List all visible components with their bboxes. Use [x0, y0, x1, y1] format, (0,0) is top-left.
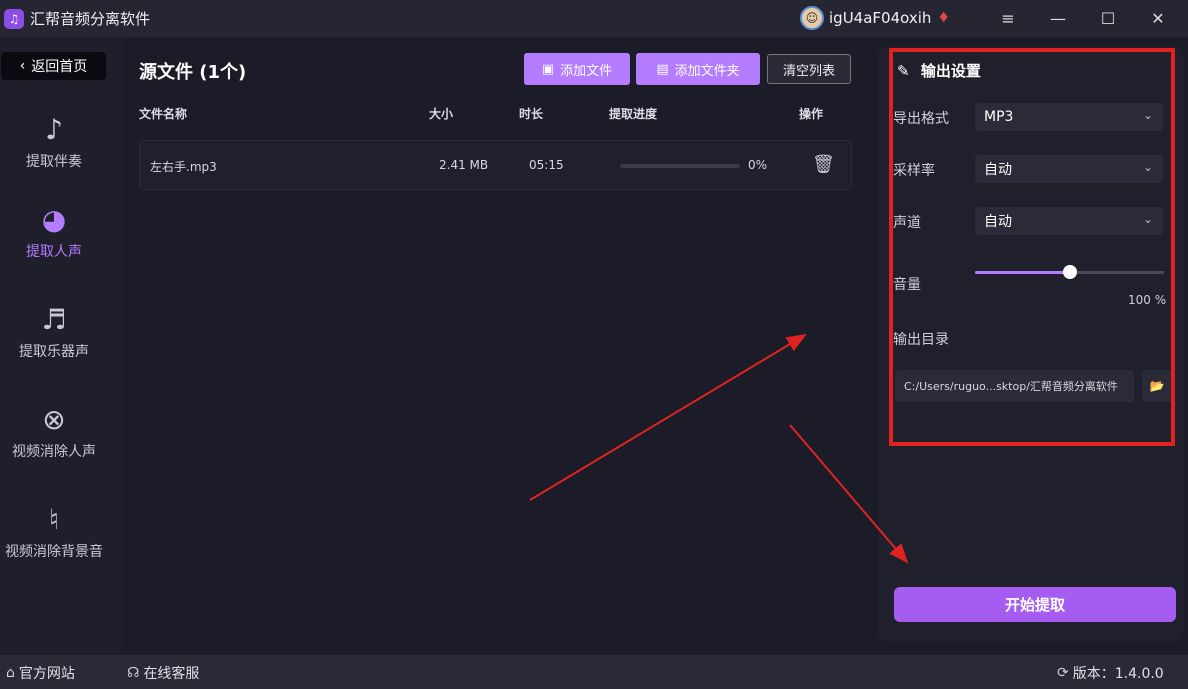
maximize-button[interactable]: ☐: [1083, 0, 1133, 37]
sidebar-item-label: 提取伴奏: [26, 154, 82, 170]
chevron-left-icon: ‹: [19, 58, 26, 74]
column-header-actions: 操作: [799, 107, 824, 121]
add-file-button[interactable]: ▣ 添加文件: [524, 53, 630, 85]
clear-list-button[interactable]: 清空列表: [767, 54, 851, 84]
table-row[interactable]: 左右手.mp3 2.41 MB 05:15 0% 🗑: [139, 140, 852, 190]
start-extract-button[interactable]: 开始提取: [894, 587, 1176, 622]
sidebar-item-label: 视频消除背景音: [5, 544, 103, 560]
sidebar-item-video-remove-vocals[interactable]: ⊗ 视频消除人声: [0, 403, 108, 461]
app-logo-icon: ♫: [4, 8, 24, 29]
column-header-size: 大小: [429, 107, 454, 121]
highlight-box: [889, 48, 1175, 446]
user-area[interactable]: ☺ igU4aF04oxih ♦: [800, 6, 950, 30]
vip-diamond-icon: ♦: [937, 10, 950, 26]
progress-bar: [620, 164, 740, 168]
page-title: 源文件 (1个): [139, 62, 247, 83]
refresh-icon: ⟳: [1057, 665, 1069, 681]
file-name: 左右手.mp3: [150, 160, 217, 174]
music-note-icon: ♪: [45, 113, 63, 146]
folder-plus-icon: ▤: [656, 61, 669, 77]
home-icon: ⌂: [6, 665, 15, 681]
add-file-label: 添加文件: [560, 63, 613, 79]
progress-text: 0%: [748, 158, 768, 172]
sidebar: ‹ 返回首页 ♪ 提取伴奏 ◕ 提取人声 ♬ 提取乐器声 ⊗ 视频消除人声 ♮ …: [0, 37, 122, 654]
version-label: 版本：1.4.0.0: [1072, 666, 1164, 682]
back-home-button[interactable]: ‹ 返回首页: [1, 52, 106, 80]
sidebar-item-label: 视频消除人声: [12, 444, 96, 460]
file-plus-icon: ▣: [541, 61, 555, 77]
website-label: 官方网站: [18, 666, 75, 682]
minimize-button[interactable]: —: [1033, 0, 1083, 37]
add-folder-label: 添加文件夹: [674, 63, 740, 79]
file-duration: 05:15: [529, 158, 564, 172]
music-off-icon: ♮: [48, 503, 59, 536]
username[interactable]: igU4aF04oxih: [829, 9, 931, 27]
column-header-duration: 时长: [519, 107, 544, 121]
close-button[interactable]: ✕: [1133, 0, 1183, 37]
user-remove-icon: ⊗: [42, 403, 66, 436]
sidebar-item-extract-instrument[interactable]: ♬ 提取乐器声: [0, 303, 108, 361]
footer: ⌂ 官方网站 ☊ 在线客服 ⟳ 版本：1.4.0.0: [0, 655, 1188, 689]
column-header-progress: 提取进度: [609, 107, 658, 121]
add-folder-button[interactable]: ▤ 添加文件夹: [636, 53, 760, 85]
menu-icon[interactable]: ≡: [983, 0, 1033, 37]
website-link[interactable]: ⌂ 官方网站: [6, 663, 75, 683]
voice-icon: ◕: [41, 203, 67, 236]
sidebar-item-extract-accompaniment[interactable]: ♪ 提取伴奏: [0, 113, 108, 171]
app-title: 汇帮音频分离软件: [30, 10, 151, 28]
back-home-label: 返回首页: [31, 59, 88, 75]
column-header-filename: 文件名称: [139, 107, 188, 121]
main-area: [122, 37, 870, 654]
file-size: 2.41 MB: [439, 158, 489, 172]
sidebar-item-extract-vocals[interactable]: ◕ 提取人声: [0, 203, 108, 261]
sidebar-item-video-remove-bgm[interactable]: ♮ 视频消除背景音: [0, 503, 108, 561]
sidebar-item-label: 提取人声: [26, 244, 82, 260]
guitar-icon: ♬: [41, 303, 67, 336]
title-bar: ♫ 汇帮音频分离软件 ☺ igU4aF04oxih ♦ ≡ — ☐ ✕: [0, 0, 1188, 37]
headset-icon: ☊: [127, 665, 140, 681]
support-link[interactable]: ☊ 在线客服: [127, 663, 199, 683]
trash-icon[interactable]: 🗑: [812, 154, 835, 175]
avatar[interactable]: ☺: [800, 6, 824, 30]
support-label: 在线客服: [143, 666, 200, 682]
sidebar-item-label: 提取乐器声: [19, 344, 89, 360]
version-info[interactable]: ⟳ 版本：1.4.0.0: [1057, 663, 1164, 683]
